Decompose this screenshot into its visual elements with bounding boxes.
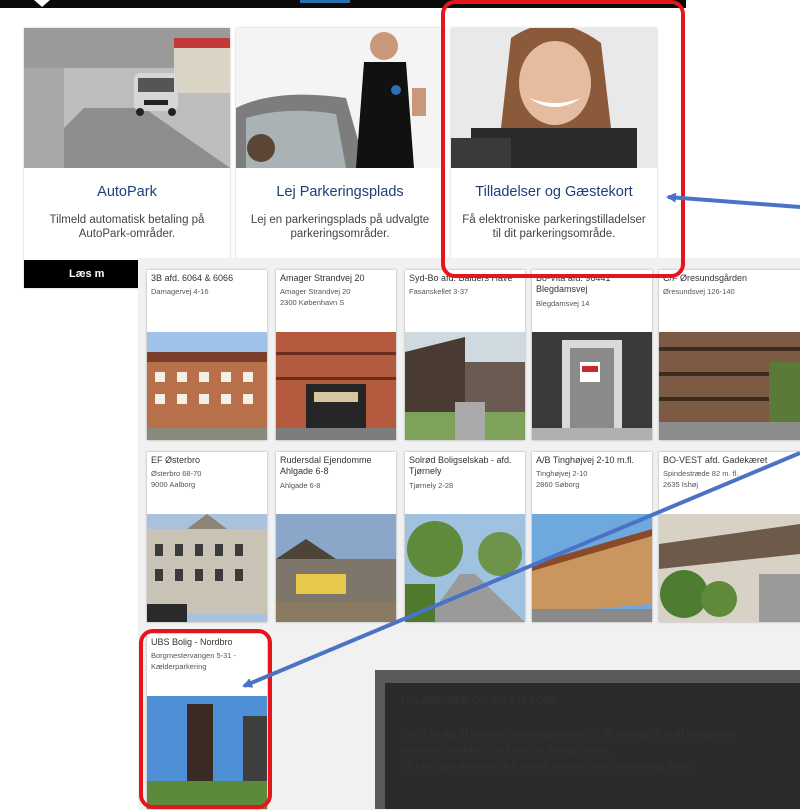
- annotation-arrows: [242, 192, 800, 688]
- arrow-to-ubs-tile: [242, 451, 800, 688]
- arrow-to-permits-card: [666, 192, 800, 209]
